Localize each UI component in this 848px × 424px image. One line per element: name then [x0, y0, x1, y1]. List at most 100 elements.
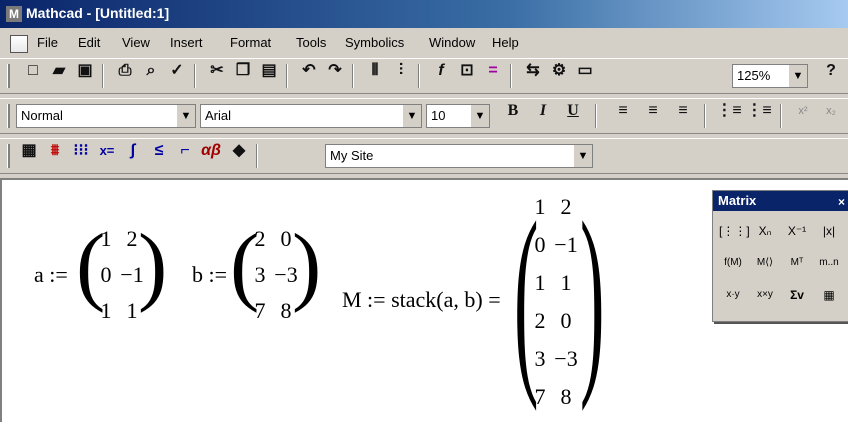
matrix-a-cell: 2 [126, 226, 138, 251]
menu-format[interactable]: Format [230, 34, 271, 52]
underline-button[interactable]: U [560, 99, 586, 123]
matrix-result-cell: 8 [560, 384, 572, 409]
matrix-result-cell: 2 [560, 194, 572, 219]
bold-button[interactable]: B [500, 99, 526, 123]
insert-hyperlink-icon[interactable]: ⇆ [520, 59, 546, 83]
graph-icon[interactable]: ⩩ [42, 139, 68, 163]
matrix-insert-button[interactable]: [⋮⋮] [719, 219, 750, 243]
mathcad-app-icon: M [6, 6, 22, 22]
chevron-down-icon[interactable]: ▼ [470, 105, 489, 127]
spell-check-icon[interactable]: ✓ [164, 59, 190, 83]
zoom-value: 125% [737, 68, 771, 83]
font-select[interactable]: Arial ▼ [200, 104, 422, 128]
insert-unit-icon[interactable]: ⊡ [454, 59, 480, 83]
menu-file[interactable]: File [37, 34, 58, 52]
toolbar-grip[interactable] [7, 144, 10, 168]
close-icon[interactable]: × [838, 192, 845, 212]
calculus-icon[interactable]: ∫ [120, 139, 146, 163]
insert-component-icon[interactable]: ⚙ [546, 59, 572, 83]
resource-center-icon[interactable]: ▭ [572, 59, 598, 83]
print-icon[interactable]: ⎙ [112, 59, 138, 83]
vectorize-button[interactable]: f(M) [719, 251, 747, 275]
toolbar-separator [510, 64, 512, 88]
paste-icon[interactable]: ▤ [256, 59, 282, 83]
redo-icon[interactable]: ↷ [322, 59, 348, 83]
resource-site-select[interactable]: My Site ▼ [325, 144, 593, 168]
subscript-button[interactable]: Xₙ [751, 219, 779, 243]
chevron-down-icon[interactable]: ▼ [176, 105, 195, 127]
menu-symbolics[interactable]: Symbolics [345, 34, 404, 52]
picture-button[interactable]: ▦ [815, 283, 843, 307]
toolbar-separator [595, 104, 597, 128]
matrix-b-cell: 8 [280, 298, 292, 323]
formatting-toolbar: Normal ▼ Arial ▼ 10 ▼ B I U ≡ ≡ ≡ ⋮≡ ⋮≡ … [0, 98, 848, 134]
math-toolbar: ▦ ⩩ ⁝⁝⁝ x= ∫ ≤ ⌐ αβ ◆ My Site ▼ ↪ Go [0, 138, 848, 297]
matrix-result-cell: −1 [554, 232, 578, 257]
help-icon[interactable]: ? [818, 59, 844, 83]
numbering-icon[interactable]: ⋮≡ [746, 99, 772, 123]
align-left-icon[interactable]: ≡ [610, 99, 636, 123]
print-preview-icon[interactable]: ⌕ [138, 59, 164, 83]
programming-icon[interactable]: ⌐ [172, 139, 198, 163]
toolbar-grip[interactable] [7, 64, 10, 88]
boolean-icon[interactable]: ≤ [146, 139, 172, 163]
matrix-result-cell: 0 [560, 308, 572, 333]
toolbar-separator [418, 64, 420, 88]
matrix-palette-title[interactable]: Matrix × [713, 191, 848, 211]
matrix-palette-title-text: Matrix [718, 193, 757, 208]
menu-tools[interactable]: Tools [296, 34, 326, 52]
superscript-icon[interactable]: x² [790, 99, 816, 123]
dot-product-button[interactable]: x·y [719, 283, 747, 307]
vector-sum-button[interactable]: Σv [783, 283, 811, 307]
toolbar-separator [102, 64, 104, 88]
matrix-b-cell: −3 [274, 262, 298, 287]
chevron-down-icon[interactable]: ▼ [788, 65, 807, 87]
b-definition-label: b := [192, 262, 228, 287]
italic-button[interactable]: I [530, 99, 556, 123]
range-variable-button[interactable]: m..n [815, 251, 843, 275]
document-icon[interactable] [10, 35, 28, 53]
site-value: My Site [330, 148, 374, 163]
inverse-button[interactable]: X⁻¹ [783, 219, 811, 243]
menu-edit[interactable]: Edit [78, 34, 100, 52]
toolbar-separator [256, 144, 258, 168]
toolbar-separator [194, 64, 196, 88]
column-button[interactable]: M⟨⟩ [751, 251, 779, 275]
toolbar-separator [780, 104, 782, 128]
font-size-select[interactable]: 10 ▼ [426, 104, 490, 128]
align-across-icon[interactable]: ⫴ [362, 59, 388, 83]
determinant-button[interactable]: |x| [815, 219, 843, 243]
matrix-a-cell: 1 [126, 298, 138, 323]
transpose-button[interactable]: Mᵀ [783, 251, 811, 275]
bullets-icon[interactable]: ⋮≡ [716, 99, 742, 123]
calculate-icon[interactable]: = [480, 59, 506, 83]
undo-icon[interactable]: ↶ [296, 59, 322, 83]
evaluation-icon[interactable]: x= [94, 139, 120, 163]
cut-icon[interactable]: ✂ [204, 59, 230, 83]
save-disk-icon[interactable]: ▣ [72, 59, 98, 83]
align-down-icon[interactable]: ⫶ [388, 59, 414, 83]
matrix-toolbar-icon[interactable]: ⁝⁝⁝ [68, 139, 94, 163]
chevron-down-icon[interactable]: ▼ [573, 145, 592, 167]
zoom-select[interactable]: 125% ▼ [732, 64, 808, 88]
toolbar-grip[interactable] [7, 104, 10, 128]
new-document-icon[interactable]: □ [20, 59, 46, 83]
menu-help[interactable]: Help [492, 34, 519, 52]
cross-product-button[interactable]: x×y [751, 283, 779, 307]
chevron-down-icon[interactable]: ▼ [402, 105, 421, 127]
align-right-icon[interactable]: ≡ [670, 99, 696, 123]
calculator-icon[interactable]: ▦ [16, 139, 42, 163]
subscript-icon[interactable]: x₂ [818, 99, 844, 123]
menu-view[interactable]: View [122, 34, 150, 52]
align-center-icon[interactable]: ≡ [640, 99, 666, 123]
greek-icon[interactable]: αβ [198, 139, 224, 163]
style-select[interactable]: Normal ▼ [16, 104, 196, 128]
matrix-b-cell: 0 [280, 226, 292, 251]
symbolic-icon[interactable]: ◆ [226, 139, 252, 163]
insert-function-icon[interactable]: f [428, 59, 454, 83]
open-folder-icon[interactable]: ▰ [46, 59, 72, 83]
window-title-bar: M Mathcad - [Untitled:1] [0, 0, 848, 28]
menu-window[interactable]: Window [429, 34, 475, 52]
copy-icon[interactable]: ❐ [230, 59, 256, 83]
menu-insert[interactable]: Insert [170, 34, 203, 52]
